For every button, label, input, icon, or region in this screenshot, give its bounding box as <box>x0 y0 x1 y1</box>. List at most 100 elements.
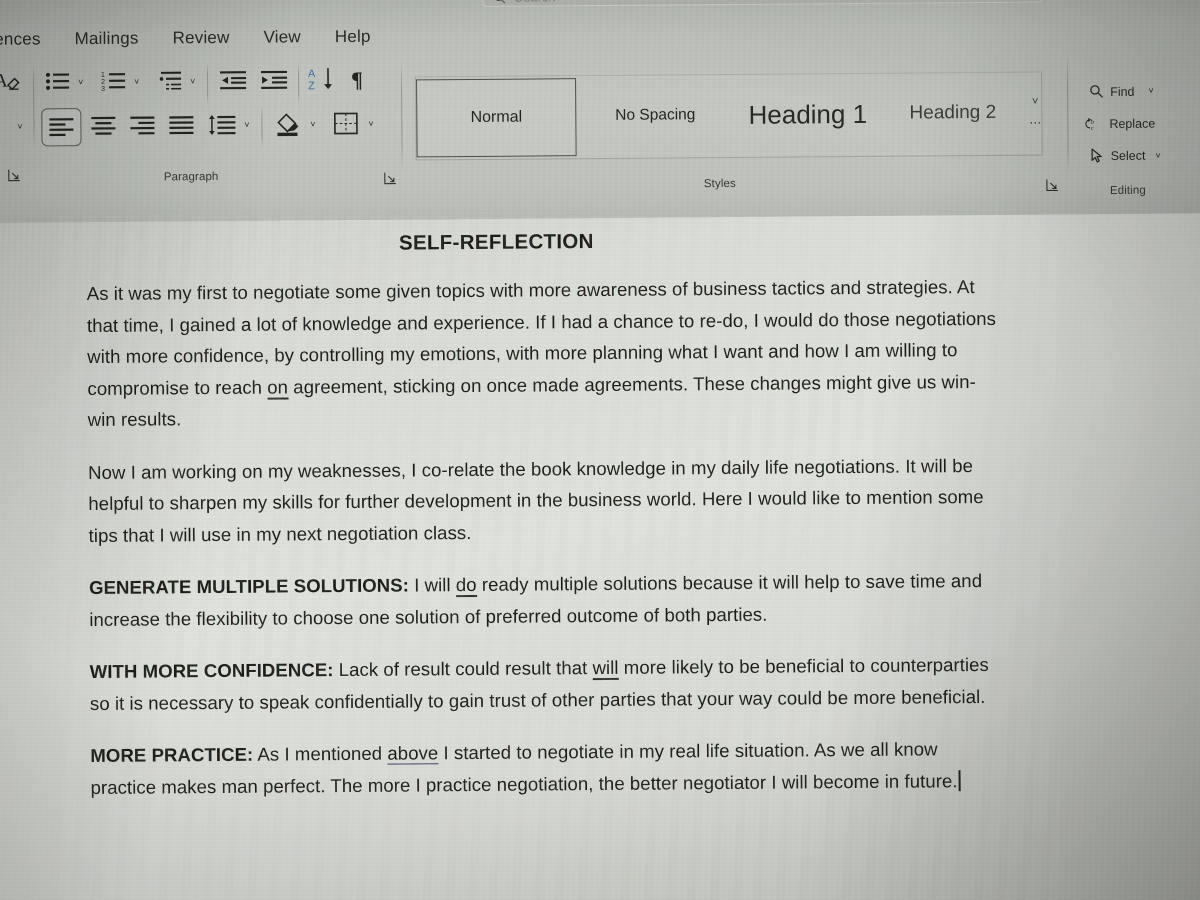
run-text: I will <box>408 574 456 596</box>
font-dialog-launcher[interactable] <box>8 169 21 185</box>
paragraph-dialog-launcher[interactable] <box>384 172 397 188</box>
paragraph-2[interactable]: Now I am working on my weaknesses, I co-… <box>88 449 1004 551</box>
select-label: Select <box>1110 148 1146 163</box>
pilcrow-icon: ¶ <box>351 67 363 92</box>
font-color-button[interactable] <box>0 113 16 143</box>
borders-button[interactable] <box>330 108 362 140</box>
svg-text:Z: Z <box>308 80 315 92</box>
borders-chevron-down-icon[interactable]: ˅ <box>368 119 373 129</box>
tab-mailings[interactable]: Mailings <box>75 29 139 50</box>
dialog-launcher-icon <box>8 169 20 182</box>
numbering-chevron-down-icon[interactable]: ˅ <box>134 77 139 87</box>
search-icon <box>1090 85 1103 98</box>
bulleted-list-icon <box>45 72 70 90</box>
shading-chevron-down-icon[interactable]: ˅ <box>310 119 315 129</box>
document-page[interactable]: SELF-REFLECTION As it was my first to ne… <box>0 213 1200 900</box>
tab-help[interactable]: Help <box>335 27 371 47</box>
paragraph-5[interactable]: MORE PRACTICE: As I mentioned above I st… <box>90 733 1005 803</box>
grammar-error-do[interactable]: do <box>455 573 477 598</box>
line-spacing-icon <box>208 115 236 136</box>
show-formatting-marks-button[interactable]: ¶ <box>345 62 375 96</box>
svg-text:1: 1 <box>101 72 105 79</box>
decrease-indent-button[interactable] <box>217 65 251 95</box>
run-text: Lack of result could result that <box>333 657 593 681</box>
tip-heading-generate: GENERATE MULTIPLE SOLUTIONS: <box>88 574 410 599</box>
style-heading-2[interactable]: Heading 2 <box>885 75 1021 152</box>
increase-indent-button[interactable] <box>258 64 292 94</box>
find-chevron-down-icon[interactable]: ˅ <box>1148 86 1153 96</box>
paragraph-4[interactable]: WITH MORE CONFIDENCE: Lack of result cou… <box>90 649 1005 719</box>
numbered-list-icon: 1 2 3 <box>101 72 126 92</box>
align-right-icon <box>130 116 155 135</box>
grammar-error-will[interactable]: will <box>592 656 619 681</box>
tip-heading-confidence: WITH MORE CONFIDENCE: <box>89 659 334 683</box>
replace-label: Replace <box>1109 116 1156 131</box>
paragraph-3[interactable]: GENERATE MULTIPLE SOLUTIONS: I will do r… <box>89 565 1004 635</box>
document-body[interactable]: SELF-REFLECTION As it was my first to ne… <box>86 214 1051 803</box>
replace-button[interactable]: b c Replace <box>1085 116 1155 133</box>
search-placeholder: Search <box>514 0 555 5</box>
grammar-error-on[interactable]: on <box>267 375 289 400</box>
shading-icon <box>277 113 299 137</box>
multilevel-chevron-down-icon[interactable]: ˅ <box>190 76 195 86</box>
increase-indent-icon <box>260 70 288 89</box>
text-caret <box>958 769 961 791</box>
clear-formatting-button[interactable]: A <box>0 64 29 98</box>
tab-review[interactable]: Review <box>172 28 229 48</box>
styles-chevron-down-icon[interactable]: ˅ <box>1032 96 1039 108</box>
svg-text:A: A <box>0 71 8 92</box>
tab-view[interactable]: View <box>263 27 300 47</box>
sort-az-icon: A Z <box>308 68 333 92</box>
line-spacing-chevron-down-icon[interactable]: ˅ <box>244 120 249 130</box>
style-normal[interactable]: Normal <box>416 78 577 158</box>
line-spacing-button[interactable] <box>205 109 239 141</box>
svg-text:¶: ¶ <box>351 67 363 92</box>
spell-error-above[interactable]: above <box>387 742 439 765</box>
tab-references[interactable]: erences <box>0 29 41 49</box>
select-cursor-icon <box>1091 148 1102 163</box>
style-heading-1[interactable]: Heading 1 <box>730 76 886 153</box>
numbered-list-button[interactable]: 1 2 3 <box>98 66 130 96</box>
svg-text:c: c <box>1091 125 1094 132</box>
select-chevron-down-icon[interactable]: ˅ <box>1155 150 1160 160</box>
multilevel-list-icon <box>159 71 182 90</box>
dialog-launcher-icon <box>1046 179 1058 192</box>
clear-formatting-icon: A <box>0 71 20 92</box>
sort-button[interactable]: A Z <box>305 62 339 96</box>
svg-text:2: 2 <box>101 79 105 86</box>
search-icon <box>494 0 506 4</box>
borders-icon <box>334 112 358 135</box>
justify-icon <box>169 116 194 135</box>
align-left-button[interactable] <box>41 108 82 147</box>
align-right-button[interactable] <box>125 109 159 141</box>
dialog-launcher-icon <box>384 172 396 185</box>
select-button[interactable]: Select ˅ <box>1090 148 1161 165</box>
align-center-icon <box>91 116 116 135</box>
ribbon-tabs: erences Mailings Review View Help <box>0 22 371 55</box>
editing-group-label: Editing <box>1109 184 1146 197</box>
paragraph-group-label: Paragraph <box>163 170 219 184</box>
run-text: Now I am working on my weaknesses, I co-… <box>88 454 984 546</box>
svg-text:3: 3 <box>101 86 105 92</box>
document-title: SELF-REFLECTION <box>398 230 594 255</box>
styles-more-icon[interactable]: ⋯ <box>1029 116 1041 130</box>
shading-button[interactable] <box>271 106 305 140</box>
font-color-chevron-down-icon[interactable]: ˅ <box>17 122 22 132</box>
multilevel-list-button[interactable] <box>154 65 186 95</box>
find-label: Find <box>1110 84 1135 99</box>
run-text: As I mentioned <box>253 742 388 765</box>
bullets-chevron-down-icon[interactable]: ˅ <box>78 77 83 87</box>
align-center-button[interactable] <box>86 110 120 142</box>
justify-button[interactable] <box>164 109 198 141</box>
style-no-spacing[interactable]: No Spacing <box>585 77 726 154</box>
styles-group-label: Styles <box>703 177 736 191</box>
bulleted-list-button[interactable] <box>42 66 74 96</box>
styles-dialog-launcher[interactable] <box>1046 178 1059 194</box>
styles-scrollbar[interactable]: ˅ ⋯ <box>1023 74 1048 150</box>
find-button[interactable]: Find ˅ <box>1089 84 1154 100</box>
photographed-screen: Search erences Mailings Review View Help… <box>0 0 1200 900</box>
replace-icon: b c <box>1085 117 1094 132</box>
svg-text:A: A <box>308 68 316 80</box>
align-left-icon <box>49 118 74 137</box>
paragraph-1[interactable]: As it was my first to negotiate some giv… <box>87 271 1003 436</box>
